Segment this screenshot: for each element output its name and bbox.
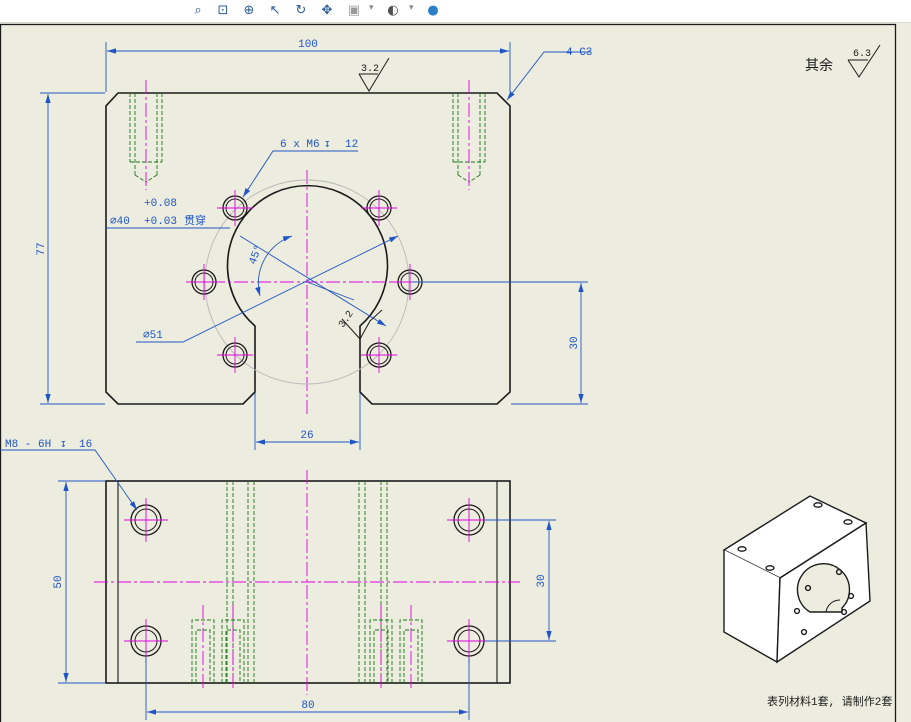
depth-symbol-icon-m8: ↧ [60, 439, 67, 451]
center-height-dimension: 30 [569, 336, 581, 349]
top-view[interactable]: M8 - 6H ↧ 16 50 30 80 [0, 439, 556, 720]
isometric-view[interactable] [722, 495, 871, 664]
m8-holes [124, 498, 491, 663]
hidden-threaded-holes [129, 93, 486, 183]
m6-holes-depth: 12 [345, 139, 358, 151]
footer-note: 表列材料1套, 请制作2套 [767, 694, 892, 709]
bore-roughness-value: 3.2 [337, 309, 356, 330]
height-dimension: 77 [36, 242, 48, 255]
top-dimension-lines [0, 449, 556, 720]
m8-tapped-depth: 16 [79, 439, 92, 451]
m8-tapped-note: M8 - 6H [5, 439, 51, 451]
bore-through-note: 贯穿 [184, 213, 206, 228]
front-centerlines [145, 80, 470, 415]
hole-spacing-y-dimension: 30 [536, 574, 548, 587]
drawing-sheet: 100 77 4-C3 3.2 6 x M6 ↧ 12 +0.08 ∅40 +0… [0, 23, 897, 722]
surface-finish-label: 其余 [805, 57, 833, 75]
surface-finish-value: 6.3 [853, 49, 871, 60]
bore-tolerance-upper: +0.08 [144, 198, 177, 210]
top-roughness-value: 3.2 [361, 64, 379, 75]
depth-symbol-icon: ↧ [324, 139, 331, 151]
bore-diameter: ∅40 [110, 216, 130, 228]
front-view[interactable]: 100 77 4-C3 3.2 6 x M6 ↧ 12 +0.08 ∅40 +0… [36, 39, 592, 450]
pitch-circle-dimension: ∅51 [143, 330, 163, 342]
hole-spacing-x-dimension: 80 [301, 700, 314, 712]
top-centerlines [94, 470, 520, 695]
slot-width-dimension: 26 [300, 430, 313, 442]
surface-finish-note: 其余 6.3 [805, 44, 881, 78]
chamfer-note: 4-C3 [566, 47, 592, 59]
m6-holes-note: 6 x M6 [280, 139, 320, 151]
bore-tolerance-lower: +0.03 [144, 216, 177, 228]
depth-dimension: 50 [53, 575, 65, 588]
width-dimension: 100 [298, 39, 318, 51]
